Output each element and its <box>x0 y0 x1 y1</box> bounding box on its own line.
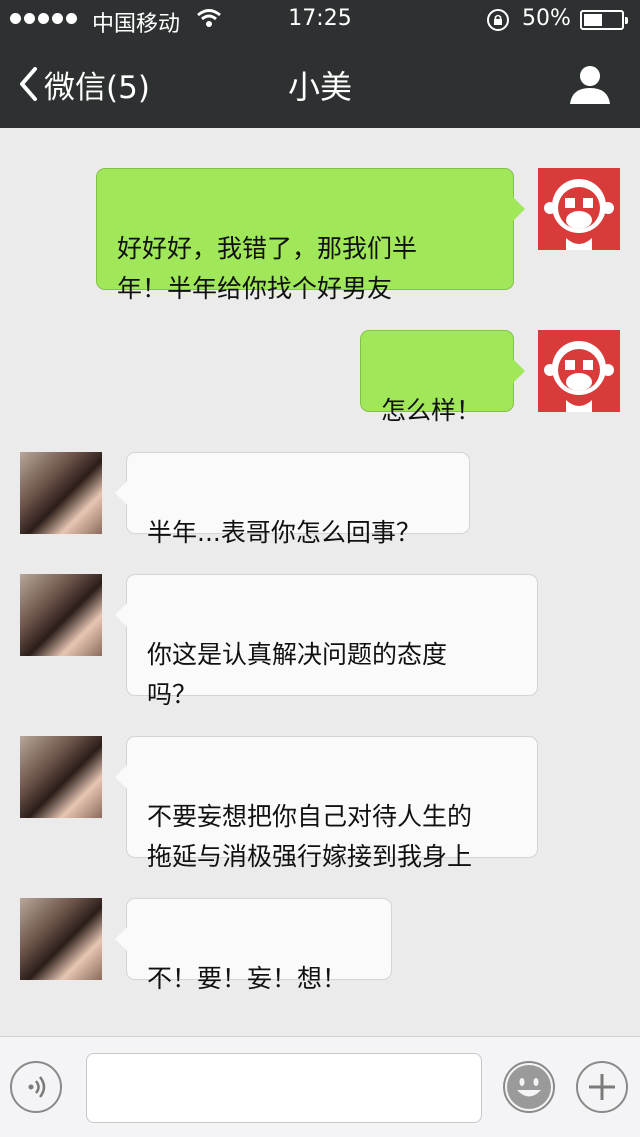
message-text: 不要妄想把你自己对待人生的 拖延与消极强行嫁接到我身上 <box>147 802 473 871</box>
voice-button[interactable] <box>10 1061 62 1113</box>
top-bar: 中国移动 17:25 50% 微信(5) 小美 <box>0 0 640 128</box>
emoji-button[interactable] <box>503 1061 555 1113</box>
message-bubble-incoming[interactable]: 不！要！妄！想！ <box>115 898 392 993</box>
input-bar <box>0 1036 640 1137</box>
message-bubble-outgoing[interactable]: 怎么样！ <box>360 330 525 425</box>
message-input[interactable] <box>86 1053 482 1123</box>
chat-title: 小美 <box>287 68 352 106</box>
message-bubble-outgoing[interactable]: 好好好，我错了，那我们半 年！半年给你找个好男友 <box>96 168 525 303</box>
message-bubble-incoming[interactable]: 不要妄想把你自己对待人生的 拖延与消极强行嫁接到我身上 <box>115 736 538 871</box>
my-avatar[interactable] <box>538 168 620 250</box>
message-text: 好好好，我错了，那我们半 年！半年给你找个好男友 <box>117 234 418 303</box>
monkey-icon <box>544 179 614 250</box>
plus-icon <box>589 1074 615 1100</box>
rotation-lock-icon <box>487 9 509 31</box>
message-text: 半年...表哥你怎么回事？ <box>147 518 421 547</box>
emoji-icon <box>507 1065 551 1109</box>
contact-avatar[interactable] <box>20 898 102 980</box>
message-text: 不！要！妄！想！ <box>147 964 348 993</box>
battery-icon <box>580 10 628 30</box>
message-text: 你这是认真解决问题的态度 吗？ <box>147 640 448 709</box>
contact-avatar[interactable] <box>20 452 102 534</box>
person-icon[interactable] <box>568 64 612 104</box>
message-text: 怎么样！ <box>381 396 482 425</box>
my-avatar[interactable] <box>538 330 620 412</box>
message-bubble-incoming[interactable]: 半年...表哥你怎么回事？ <box>115 452 470 547</box>
status-bar: 中国移动 17:25 50% <box>0 0 640 40</box>
contact-avatar[interactable] <box>20 574 102 656</box>
battery-percent: 50% <box>522 6 571 31</box>
monkey-icon <box>544 341 614 412</box>
message-bubble-incoming[interactable]: 你这是认真解决问题的态度 吗？ <box>115 574 538 709</box>
plus-button[interactable] <box>576 1061 628 1113</box>
contact-avatar[interactable] <box>20 736 102 818</box>
voice-icon <box>28 1076 46 1098</box>
